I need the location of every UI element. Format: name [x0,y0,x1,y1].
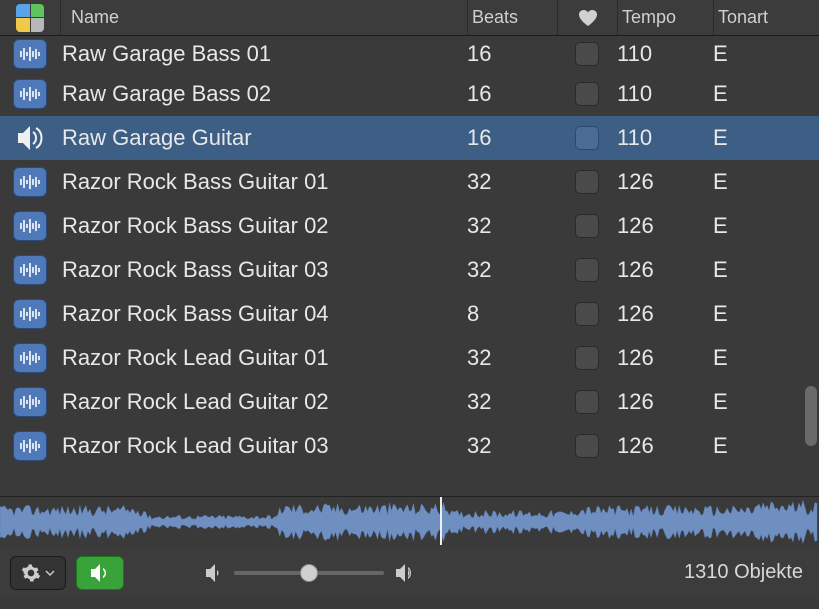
preview-play-button[interactable] [76,556,124,590]
chevron-down-icon [45,568,55,578]
loop-row[interactable]: Razor Rock Bass Guitar 0232 126E [0,204,819,248]
audio-loop-icon [13,79,47,109]
favorite-checkbox[interactable] [575,82,599,106]
waveform-preview[interactable] [0,496,819,546]
loop-key: E [713,125,799,151]
audio-loop-icon [13,167,47,197]
loop-name: Raw Garage Bass 02 [60,81,467,107]
audio-loop-icon [13,255,47,285]
loop-beats: 16 [467,81,557,107]
loop-row[interactable]: Razor Rock Lead Guitar 0132 126E [0,336,819,380]
audio-loop-icon [13,39,47,69]
settings-menu-button[interactable] [10,556,66,590]
loop-beats: 32 [467,345,557,371]
volume-low-icon [204,564,224,582]
loop-beats: 16 [467,41,557,67]
loop-key: E [713,41,799,67]
favorite-checkbox[interactable] [575,170,599,194]
loop-name: Razor Rock Bass Guitar 01 [60,169,467,195]
column-header-name[interactable]: Name [60,0,467,35]
loop-tempo: 126 [617,389,713,415]
quad-color-icon [16,4,44,32]
volume-slider-knob[interactable] [300,564,318,582]
favorite-checkbox[interactable] [575,42,599,66]
loop-name: Raw Garage Guitar [60,125,467,151]
loop-tempo: 126 [617,169,713,195]
loop-name: Razor Rock Lead Guitar 01 [60,345,467,371]
column-header-favorite[interactable] [557,0,617,35]
heart-icon [578,9,598,27]
loop-name: Razor Rock Bass Guitar 04 [60,301,467,327]
loop-name: Razor Rock Bass Guitar 03 [60,257,467,283]
volume-control [204,563,418,583]
volume-high-icon [394,563,418,583]
loop-tempo: 126 [617,345,713,371]
loop-key: E [713,81,799,107]
loop-beats: 32 [467,257,557,283]
column-header-tempo[interactable]: Tempo [617,0,713,35]
loop-row[interactable]: Raw Garage Guitar16 110E [0,116,819,160]
audio-loop-icon [13,343,47,373]
favorite-checkbox[interactable] [575,126,599,150]
favorite-checkbox[interactable] [575,390,599,414]
favorite-checkbox[interactable] [575,214,599,238]
loop-tempo: 110 [617,125,713,151]
favorite-checkbox[interactable] [575,302,599,326]
loop-tempo: 126 [617,257,713,283]
loop-row[interactable]: Raw Garage Bass 0216 110E [0,72,819,116]
loop-tempo: 110 [617,41,713,67]
column-header-key[interactable]: Tonart [713,0,799,35]
loop-row[interactable]: Raw Garage Bass 0116 110E [0,36,819,72]
loop-row[interactable]: Razor Rock Lead Guitar 0332 126E [0,424,819,468]
loop-beats: 8 [467,301,557,327]
loop-key: E [713,389,799,415]
loop-name: Razor Rock Bass Guitar 02 [60,213,467,239]
speaker-icon [89,563,111,583]
column-header-beats[interactable]: Beats [467,0,557,35]
footer-toolbar: 1310 Objekte [0,546,819,598]
loop-key: E [713,301,799,327]
favorite-checkbox[interactable] [575,346,599,370]
loop-key: E [713,213,799,239]
loop-name: Razor Rock Lead Guitar 03 [60,433,467,459]
loop-key: E [713,169,799,195]
loop-beats: 32 [467,389,557,415]
loop-beats: 32 [467,433,557,459]
loop-tempo: 126 [617,213,713,239]
favorite-checkbox[interactable] [575,258,599,282]
column-header-row: Name Beats Tempo Tonart [0,0,819,36]
object-count: 1310 Objekte [684,561,809,584]
loop-row[interactable]: Razor Rock Bass Guitar 048 126E [0,292,819,336]
audio-loop-icon [13,299,47,329]
audio-loop-icon [13,431,47,461]
loop-key: E [713,345,799,371]
loop-name: Raw Garage Bass 01 [60,41,467,67]
browser-mode-button[interactable] [0,4,60,32]
loop-beats: 16 [467,125,557,151]
loop-beats: 32 [467,213,557,239]
favorite-checkbox[interactable] [575,434,599,458]
loop-key: E [713,433,799,459]
loop-tempo: 126 [617,433,713,459]
loop-key: E [713,257,799,283]
loop-row[interactable]: Razor Rock Lead Guitar 0232 126E [0,380,819,424]
loop-row[interactable]: Razor Rock Bass Guitar 0132 126E [0,160,819,204]
vertical-scrollbar-thumb[interactable] [805,386,817,446]
audio-loop-icon [13,211,47,241]
loop-tempo: 126 [617,301,713,327]
loop-name: Razor Rock Lead Guitar 02 [60,389,467,415]
loop-beats: 32 [467,169,557,195]
playhead[interactable] [440,497,442,545]
audio-loop-icon [13,387,47,417]
volume-slider[interactable] [234,571,384,575]
loop-row[interactable]: Razor Rock Bass Guitar 0332 126E [0,248,819,292]
loop-list: Raw Garage Bass 0116110ERaw Garage Bass … [0,36,819,496]
gear-icon [21,563,41,583]
loop-tempo: 110 [617,81,713,107]
now-playing-icon [13,123,47,153]
